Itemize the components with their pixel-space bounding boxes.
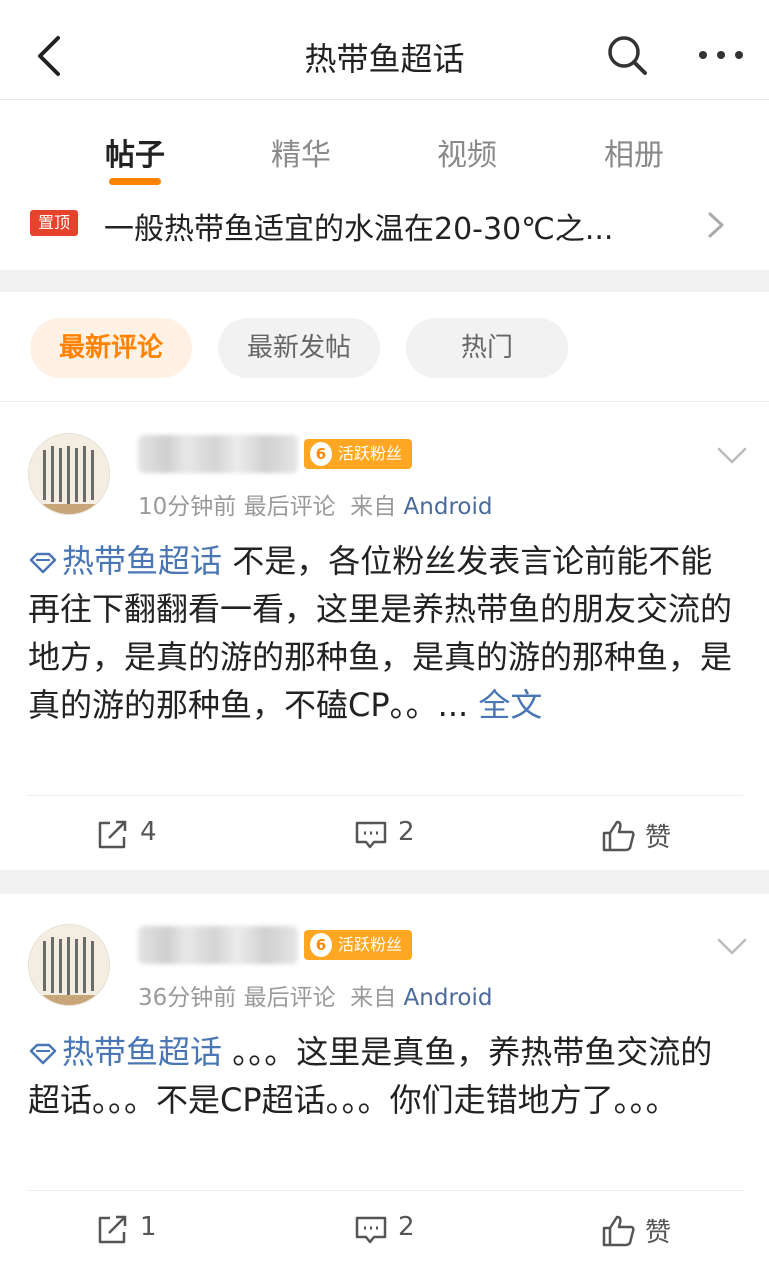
comment-button[interactable]: 2: [354, 1210, 444, 1250]
thumbs-up-icon: [602, 1215, 635, 1247]
avatar[interactable]: [28, 924, 110, 1006]
divider: [0, 270, 769, 292]
filter-latest-posts[interactable]: 最新发帖: [218, 318, 380, 378]
topic-name: 热带鱼超话: [62, 1033, 223, 1071]
post-card[interactable]: 6 活跃粉丝 10分钟前 最后评论 来自 Android 热带鱼超话 不是，各位…: [0, 403, 769, 870]
search-icon: [608, 36, 647, 75]
comment-count: 2: [398, 817, 415, 847]
fan-badge-label: 活跃粉丝: [338, 444, 403, 463]
page-title: 热带鱼超话: [304, 40, 465, 78]
repost-icon: [98, 820, 127, 849]
username-blurred[interactable]: [138, 926, 298, 964]
post-time: 10分钟前: [138, 494, 237, 520]
post-content[interactable]: 热带鱼超话 不是，各位粉丝发表言论前能不能再往下翻翻看一看，这里是养热带鱼的朋友…: [28, 537, 743, 729]
repost-count: 4: [140, 817, 157, 847]
repost-count: 1: [140, 1212, 157, 1242]
post-time: 36分钟前: [138, 985, 237, 1011]
full-text-link[interactable]: 全文: [468, 686, 542, 724]
repost-button[interactable]: 4: [96, 815, 186, 855]
divider: [28, 795, 743, 796]
divider: [28, 1190, 743, 1191]
like-button[interactable]: 赞: [601, 815, 691, 855]
last-comment-label: 最后评论: [243, 985, 336, 1011]
comment-count: 2: [398, 1212, 415, 1242]
more-dots-icon: [699, 51, 743, 59]
calligraphy-avatar-icon: [29, 925, 109, 1005]
source-prefix: 来自: [350, 985, 397, 1011]
avatar[interactable]: [28, 433, 110, 515]
search-button[interactable]: [604, 32, 650, 78]
top-bar: 热带鱼超话: [0, 0, 769, 100]
comment-button[interactable]: 2: [354, 815, 444, 855]
source-prefix: 来自: [350, 494, 397, 520]
tab-posts[interactable]: 帖子: [75, 130, 195, 174]
post-card[interactable]: 6 活跃粉丝 36分钟前 最后评论 来自 Android 热带鱼超话 。。。这里…: [0, 894, 769, 1280]
post-meta: 10分钟前 最后评论 来自 Android: [138, 487, 492, 521]
fan-badge-label: 活跃粉丝: [338, 935, 403, 954]
post-source: Android: [403, 985, 493, 1011]
comment-icon: [355, 1216, 387, 1244]
fan-level-number: 6: [310, 442, 332, 466]
divider: [0, 870, 769, 894]
post-content[interactable]: 热带鱼超话 。。。这里是真鱼，养热带鱼交流的超话。。。不是CP超话。。。你们走错…: [28, 1028, 743, 1124]
fan-level-badge: 6 活跃粉丝: [304, 930, 412, 960]
chevron-right-icon: [708, 212, 724, 238]
thumbs-up-icon: [602, 820, 635, 852]
tab-featured[interactable]: 精华: [241, 130, 361, 174]
topic-link[interactable]: 热带鱼超话: [28, 1033, 222, 1071]
topic-link[interactable]: 热带鱼超话: [28, 542, 222, 580]
username-blurred[interactable]: [138, 435, 298, 473]
topic-name: 热带鱼超话: [62, 542, 223, 580]
sort-filters: 最新评论 最新发帖 热门: [0, 292, 769, 402]
like-button[interactable]: 赞: [601, 1210, 691, 1250]
chevron-down-icon[interactable]: [716, 445, 748, 467]
active-tab-indicator: [109, 178, 161, 185]
last-comment-label: 最后评论: [243, 494, 336, 520]
fan-level-badge: 6 活跃粉丝: [304, 439, 412, 469]
super-topic-diamond-icon: [29, 552, 57, 574]
repost-icon: [98, 1215, 127, 1244]
tab-album[interactable]: 相册: [574, 130, 694, 174]
more-button[interactable]: [696, 40, 746, 70]
comment-icon: [355, 821, 387, 849]
pinned-post[interactable]: 置顶 一般热带鱼适宜的水温在20-30℃之...: [0, 192, 769, 270]
filter-latest-comments[interactable]: 最新评论: [30, 318, 192, 378]
post-meta: 36分钟前 最后评论 来自 Android: [138, 978, 492, 1012]
repost-button[interactable]: 1: [96, 1210, 186, 1250]
post-source: Android: [403, 494, 493, 520]
chevron-down-icon[interactable]: [716, 936, 748, 958]
tab-videos[interactable]: 视频: [407, 130, 527, 174]
like-label: 赞: [645, 1218, 672, 1248]
fan-level-number: 6: [310, 933, 332, 957]
calligraphy-avatar-icon: [29, 434, 109, 514]
pinned-text: 一般热带鱼适宜的水温在20-30℃之...: [104, 212, 614, 247]
super-topic-diamond-icon: [29, 1043, 57, 1065]
pinned-badge: 置顶: [30, 210, 78, 236]
filter-hot[interactable]: 热门: [406, 318, 568, 378]
like-label: 赞: [645, 823, 672, 853]
